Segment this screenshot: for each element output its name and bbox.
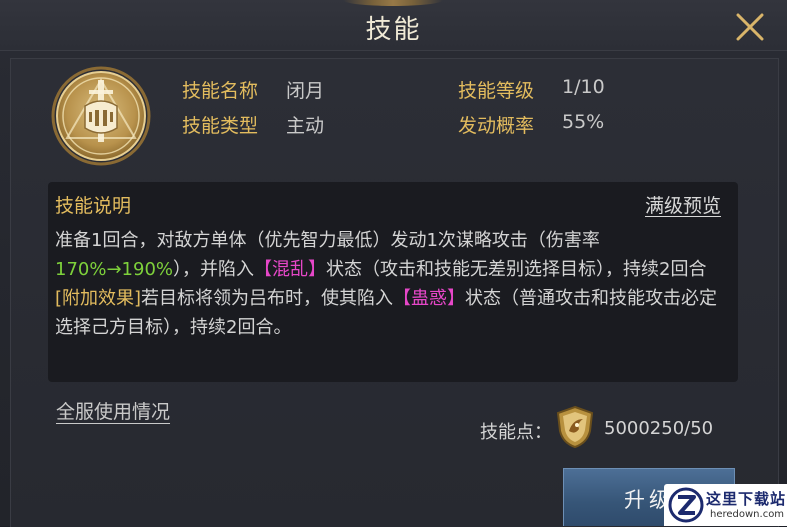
watermark: 这里下载站 heredown.com <box>664 484 787 526</box>
skill-type-value: 主动 <box>286 115 325 137</box>
shield-skill-point-icon <box>556 405 594 449</box>
server-usage-link[interactable]: 全服使用情况 <box>56 397 170 424</box>
title-ornament <box>343 0 443 6</box>
extra-effect-mid: 若目标将领为吕布时，使其陷入 <box>141 288 394 309</box>
helmet-sword-emblem-icon <box>51 66 151 166</box>
status-confusion: 【混乱】 <box>254 259 327 280</box>
watermark-subtitle: heredown.com <box>710 509 785 520</box>
title-bar: 技能 <box>0 0 787 51</box>
desc-line2-mid: ），并陷入 <box>173 259 255 280</box>
watermark-title: 这里下载站 <box>706 490 787 508</box>
close-icon <box>736 13 764 41</box>
skill-name-value: 闭月 <box>286 80 325 102</box>
description-header: 技能说明 <box>55 195 132 217</box>
desc-line2-suffix: 状态（攻击和技能无差别选择目标），持续2回合 <box>326 259 707 280</box>
skill-emblem <box>51 66 151 166</box>
max-level-preview-link[interactable]: 满级预览 <box>645 191 721 218</box>
skill-points-label: 技能点： <box>480 422 552 443</box>
dialog-title: 技能 <box>365 15 422 45</box>
damage-rate: 170%→190% <box>55 259 174 280</box>
skill-points-value: 5000250/50 <box>604 418 714 439</box>
skill-dialog: 技能 技能名称 闭月 技能类型 主动 技能等级 1/10 发动概率 55% 技能… <box>0 0 787 527</box>
close-button[interactable] <box>732 9 768 45</box>
skill-level-label: 技能等级 <box>458 80 535 102</box>
status-charm: 【蛊惑】 <box>393 288 466 309</box>
extra-effect-tag: [附加效果] <box>55 288 142 309</box>
trigger-chance-label: 发动概率 <box>458 115 535 137</box>
skill-type-label: 技能类型 <box>182 115 259 137</box>
skill-point-icon-wrap <box>555 405 595 449</box>
desc-line1: 准备1回合，对敌方单体（优先智力最低）发动1次谋略攻击（伤害率 <box>55 230 600 251</box>
skill-name-label: 技能名称 <box>182 80 259 102</box>
trigger-chance-value: 55% <box>562 111 605 133</box>
description-text: 准备1回合，对敌方单体（优先智力最低）发动1次谋略攻击（伤害率 170%→190%… <box>55 226 727 342</box>
watermark-logo <box>668 487 704 523</box>
z-logo-icon <box>668 487 704 523</box>
skill-level-value: 1/10 <box>562 76 605 98</box>
